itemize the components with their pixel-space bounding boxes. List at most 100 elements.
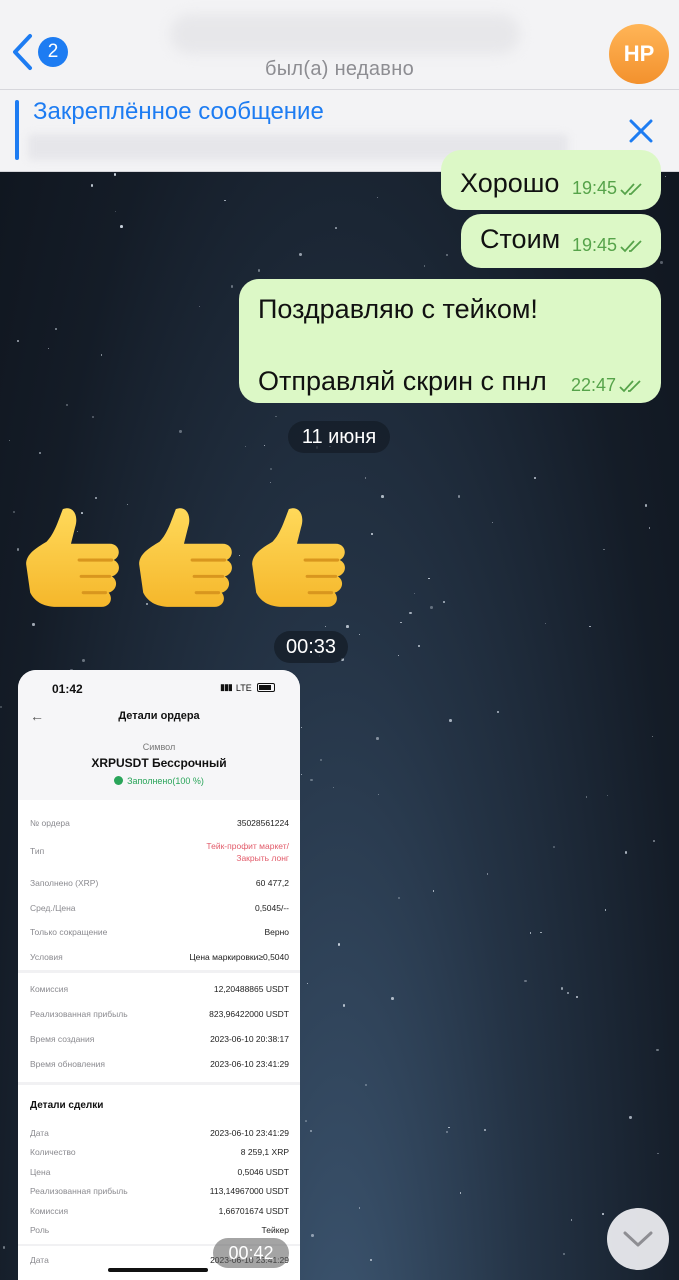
order-detail-row: Только сокращение Верно: [30, 927, 289, 937]
check-circle-icon: [114, 776, 124, 785]
thumbs-up-emoji-icon[interactable]: [248, 503, 350, 611]
deal-detail-key: Цена: [30, 1167, 51, 1177]
star-decoration: [652, 840, 655, 842]
star-decoration: [448, 1126, 450, 1128]
star-decoration: [660, 261, 663, 264]
deal-detail-row: Комиссия 1,66701674 USDT: [30, 1206, 289, 1216]
star-decoration: [607, 795, 609, 797]
star-decoration: [2, 1246, 5, 1249]
star-decoration: [300, 727, 303, 729]
star-decoration: [364, 1083, 368, 1087]
star-decoration: [305, 1120, 308, 1123]
order-detail-value: 60 477,2: [255, 878, 289, 888]
photo-message-order-screenshot[interactable]: 01:42 ▮▮▮ LTE ← Детали ордера Символ XRP…: [18, 670, 300, 1280]
double-check-icon: [620, 239, 642, 252]
star-decoration: [414, 592, 416, 594]
scroll-down-button[interactable]: [607, 1208, 669, 1270]
star-decoration: [602, 1212, 604, 1215]
order-detail-key: Условия: [30, 952, 63, 962]
order-detail-row: Заполнено (XRP) 60 477,2: [30, 878, 289, 888]
order-detail-row: Сред./Цена 0,5045/--: [30, 903, 289, 913]
deal-detail-row: Реализованная прибыль 113,14967000 USDT: [30, 1186, 289, 1196]
order-detail-key: Время создания: [30, 1034, 95, 1044]
star-decoration: [655, 1048, 659, 1052]
star-decoration: [457, 495, 461, 498]
star-decoration: [540, 931, 542, 933]
message-bubble-out[interactable]: Хорошо 19:45: [441, 150, 661, 210]
section-divider: [18, 1082, 300, 1085]
message-bubble-out[interactable]: Стоим 19:45: [461, 214, 661, 268]
star-decoration: [533, 476, 536, 480]
deal-detail-key: Количество: [30, 1147, 76, 1157]
star-decoration: [432, 890, 434, 892]
star-decoration: [198, 305, 201, 308]
order-detail-value: Тейк-профит маркет/ Закрыть лонг: [206, 841, 289, 863]
star-decoration: [567, 991, 570, 995]
star-decoration: [16, 339, 19, 343]
deal-detail-key: Дата: [30, 1128, 49, 1138]
star-decoration: [651, 735, 653, 737]
deal-section-title: Детали сделки: [30, 1100, 104, 1111]
close-icon[interactable]: [626, 116, 656, 146]
order-detail-key: Заполнено (XRP): [30, 878, 99, 888]
star-decoration: [524, 980, 527, 983]
order-detail-key: Тип: [30, 846, 45, 856]
star-decoration: [332, 786, 335, 789]
star-decoration: [589, 625, 591, 628]
order-detail-key: № ордера: [30, 818, 70, 828]
star-decoration: [65, 403, 69, 407]
star-decoration: [449, 718, 453, 722]
star-decoration: [459, 1192, 461, 1194]
order-detail-value: 35028561224: [236, 818, 289, 828]
thumbs-up-emoji-icon[interactable]: [135, 503, 237, 611]
message-time: 22:47: [571, 375, 645, 396]
star-decoration: [179, 430, 182, 433]
order-detail-key: Время обновления: [30, 1059, 106, 1069]
order-detail-row: Условия Цена маркировки≥0,5040: [30, 952, 289, 962]
star-decoration: [400, 621, 402, 624]
star-decoration: [238, 555, 240, 557]
message-bubble-out[interactable]: Поздравляю с тейком! Отправляй скрин с п…: [239, 279, 661, 403]
star-decoration: [423, 264, 426, 267]
thumbs-up-emoji-icon[interactable]: [22, 503, 124, 611]
star-decoration: [320, 759, 323, 762]
deal-detail-value: Тейкер: [261, 1225, 289, 1235]
symbol-label: Символ: [142, 742, 176, 752]
order-detail-key: Реализованная прибыль: [30, 1009, 128, 1019]
filled-status: Заполнено(100 %): [18, 776, 300, 786]
message-text: Хорошо: [460, 168, 560, 198]
deal-detail-value: 8 259,1 XRP: [240, 1147, 289, 1157]
deal-detail-value: 2023-06-10 23:41:29: [210, 1128, 289, 1138]
star-decoration: [9, 439, 11, 442]
star-decoration: [430, 606, 433, 609]
star-decoration: [484, 1129, 486, 1131]
order-detail-key: Только сокращение: [30, 927, 108, 937]
contact-name-blurred[interactable]: [170, 14, 520, 54]
date-separator: 11 июня: [288, 421, 390, 453]
star-decoration: [562, 1252, 566, 1256]
star-decoration: [585, 796, 588, 799]
message-time-pill: 00:33: [274, 631, 348, 663]
star-decoration: [446, 1131, 448, 1133]
deal-detail-key: Комиссия: [30, 1206, 69, 1216]
star-decoration: [269, 482, 271, 484]
pinned-indicator: [15, 100, 19, 160]
order-detail-value: Верно: [264, 927, 289, 937]
star-decoration: [337, 943, 341, 946]
star-decoration: [529, 932, 532, 934]
star-decoration: [38, 452, 41, 455]
star-decoration: [298, 252, 302, 256]
avatar[interactable]: НР: [609, 24, 669, 84]
star-decoration: [497, 711, 499, 713]
order-detail-key: Сред./Цена: [30, 903, 76, 913]
star-decoration: [358, 633, 360, 635]
message-time: 19:45: [572, 178, 646, 199]
star-decoration: [13, 510, 16, 513]
star-decoration: [114, 211, 116, 213]
order-detail-value: 2023-06-10 23:41:29: [210, 1059, 289, 1069]
star-decoration: [309, 778, 313, 782]
symbol-value: XRPUSDT Бессрочный: [91, 756, 227, 770]
pinned-title: Закреплённое сообщение: [33, 98, 324, 125]
star-decoration: [390, 997, 394, 1000]
star-decoration: [376, 196, 379, 199]
